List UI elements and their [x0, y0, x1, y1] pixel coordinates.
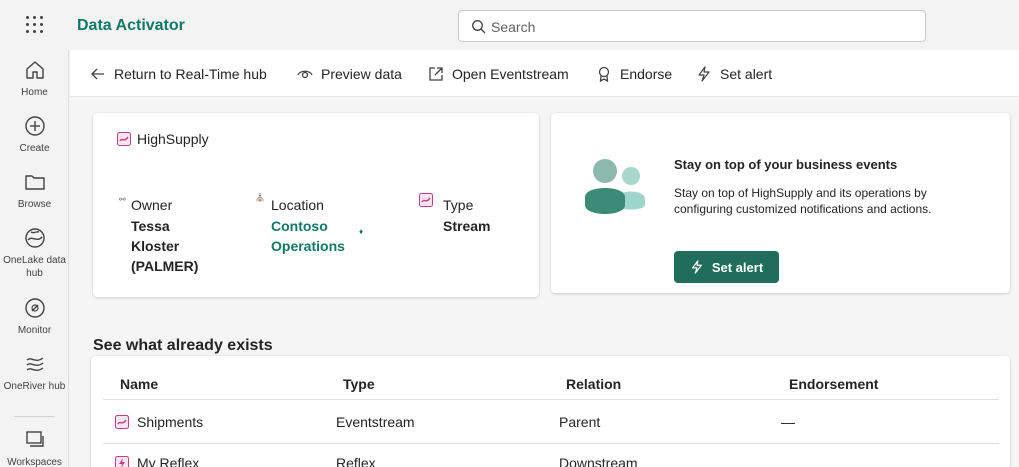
row-name-text: Shipments	[137, 414, 204, 430]
search-icon	[472, 20, 486, 34]
nav-browse-label: Browse	[17, 199, 52, 210]
nav-monitor-label: Monitor	[17, 325, 52, 336]
row-type: Eventstream	[336, 414, 415, 430]
nav-browse[interactable]: Browse	[0, 170, 69, 211]
location-link[interactable]: Contoso Operations	[271, 216, 381, 256]
nav-divider	[14, 416, 54, 417]
type-property: Type Stream	[443, 197, 523, 236]
item-name: HighSupply	[117, 131, 209, 147]
nav-oneriver-label: OneRiver hub	[3, 381, 66, 392]
endorse-label: Endorse	[620, 66, 673, 82]
location-property: Location Contoso Operations	[271, 197, 381, 256]
command-toolbar: Return to Real-Time hub Preview data Ope…	[70, 50, 1019, 97]
table-divider	[103, 443, 999, 444]
eye-icon	[297, 70, 313, 79]
nav-workspaces[interactable]: Workspaces	[0, 428, 69, 467]
top-bar: Data Activator	[0, 0, 1019, 50]
owner-value: Tessa Kloster (PALMER)	[131, 218, 199, 274]
item-name-text: HighSupply	[137, 131, 209, 147]
alert-card-description: Stay on top of HighSupply and its operat…	[674, 186, 932, 216]
arrow-left-icon	[91, 68, 104, 80]
nav-home-label: Home	[21, 87, 48, 98]
app-title[interactable]: Data Activator	[77, 17, 185, 35]
location-label: Location	[271, 197, 324, 213]
eventstream-icon	[115, 415, 129, 429]
search-input[interactable]	[491, 17, 911, 37]
diamond-icon: ♦	[359, 227, 364, 236]
related-items-table: Name Type Relation Endorsement Shipments…	[91, 356, 1010, 467]
type-label: Type	[443, 197, 474, 213]
nav-home[interactable]: Home	[0, 58, 69, 99]
left-nav: Home Create Browse OneLake data hub Moni…	[0, 50, 69, 467]
app-launcher-icon[interactable]	[26, 16, 44, 34]
endorse-button[interactable]: Endorse	[596, 64, 672, 84]
monitor-icon	[24, 298, 45, 318]
row-relation: Downstream	[559, 455, 638, 467]
open-eventstream-label: Open Eventstream	[452, 66, 569, 82]
related-section-title: See what already exists	[93, 337, 273, 354]
eventstream-icon	[117, 132, 131, 146]
set-alert-card: Stay on top of your business events Stay…	[551, 113, 1010, 293]
open-eventstream-button[interactable]: Open Eventstream	[428, 64, 569, 84]
folder-icon	[24, 175, 45, 190]
workspaces-icon	[25, 431, 44, 447]
onelake-icon	[24, 228, 45, 248]
nav-create-label: Create	[19, 143, 50, 154]
column-header-relation[interactable]: Relation	[566, 376, 621, 392]
return-button[interactable]: Return to Real-Time hub	[90, 64, 267, 84]
nav-onelake-label: OneLake data hub	[3, 255, 66, 279]
open-external-icon	[429, 67, 443, 81]
row-endorsement: —	[781, 414, 795, 430]
alert-card-title: Stay on top of your business events	[674, 157, 898, 172]
nav-workspaces-label: Workspaces	[7, 457, 62, 467]
location-icon: ⛪	[255, 193, 265, 202]
table-row-name[interactable]: Shipments	[115, 414, 203, 430]
row-name-text: My Reflex	[137, 455, 200, 467]
person-icon: ⚯	[119, 195, 126, 204]
lightning-icon	[691, 260, 702, 274]
type-value: Stream	[443, 218, 491, 234]
nav-onelake[interactable]: OneLake data hub	[0, 226, 69, 280]
plus-circle-icon	[24, 116, 45, 136]
search-box[interactable]	[458, 10, 926, 42]
set-alert-toolbar-button[interactable]: Set alert	[696, 64, 772, 84]
home-icon	[25, 61, 44, 79]
row-relation: Parent	[559, 414, 601, 430]
ribbon-icon	[598, 66, 610, 82]
people-illustration-icon	[585, 159, 645, 214]
set-alert-button-label: Set alert	[711, 259, 764, 275]
column-header-endorsement[interactable]: Endorsement	[789, 376, 878, 392]
set-alert-toolbar-label: Set alert	[720, 66, 773, 82]
reflex-icon	[115, 456, 129, 467]
owner-label: Owner	[131, 197, 173, 213]
preview-data-button[interactable]: Preview data	[297, 64, 402, 84]
table-row-name[interactable]: My Reflex	[115, 455, 199, 467]
preview-data-label: Preview data	[321, 66, 402, 82]
table-divider	[103, 399, 999, 400]
owner-property: Owner Tessa Kloster (PALMER)	[131, 197, 221, 276]
item-details-card: HighSupply ⚯ Owner Tessa Kloster (PALMER…	[93, 113, 539, 297]
nav-oneriver[interactable]: OneRiver hub	[0, 352, 69, 393]
set-alert-button[interactable]: Set alert	[674, 251, 779, 283]
lightning-icon	[698, 66, 710, 82]
nav-monitor[interactable]: Monitor	[0, 296, 69, 337]
column-header-type[interactable]: Type	[343, 376, 375, 392]
type-stream-icon	[419, 193, 433, 207]
column-header-name[interactable]: Name	[120, 376, 158, 392]
main-content: HighSupply ⚯ Owner Tessa Kloster (PALMER…	[70, 97, 1019, 467]
return-button-label: Return to Real-Time hub	[114, 66, 267, 82]
row-type: Reflex	[336, 455, 376, 467]
river-icon	[26, 357, 43, 371]
nav-create[interactable]: Create	[0, 114, 69, 155]
